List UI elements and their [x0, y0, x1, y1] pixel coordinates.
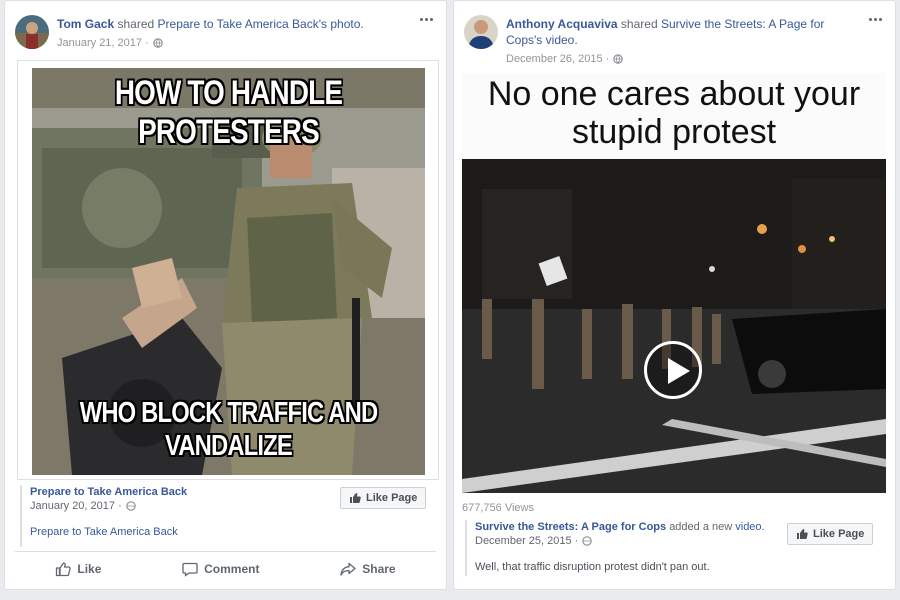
post-card-left: Tom Gack shared Prepare to Take America …: [4, 0, 447, 590]
globe-icon: [125, 501, 136, 511]
attribution-date[interactable]: December 25, 2015 ·: [475, 535, 578, 547]
video-player[interactable]: No one cares about your stupid protest: [462, 73, 886, 493]
video-frame: [462, 159, 886, 493]
author-name[interactable]: Anthony Acquaviva: [506, 17, 618, 31]
author-name[interactable]: Tom Gack: [57, 17, 114, 31]
video-caption-line-2: stupid protest: [571, 113, 777, 151]
like-label: Like: [77, 561, 102, 576]
post-card-right: Anthony Acquaviva shared Survive the Str…: [453, 0, 896, 590]
thumbs-up-icon: [56, 561, 72, 576]
post-timestamp[interactable]: December 26, 2015 ·: [506, 51, 609, 67]
post-timestamp[interactable]: January 21, 2017 ·: [57, 35, 149, 51]
post-header-text: Tom Gack shared Prepare to Take America …: [57, 16, 402, 51]
comment-icon: [182, 562, 198, 577]
comment-button[interactable]: Comment: [182, 561, 259, 577]
thumbs-up-icon: [797, 529, 808, 539]
globe-icon: [152, 38, 163, 48]
globe-icon: [613, 54, 624, 64]
shared-photo-frame[interactable]: HOW TO HANDLE PROTESTERS WHO BLOCK TRAFF…: [17, 60, 439, 480]
shared-label: shared: [117, 17, 155, 31]
share-button[interactable]: Share: [340, 561, 396, 577]
meme-top-caption: HOW TO HANDLE PROTESTERS: [114, 74, 343, 151]
like-page-button[interactable]: Like Page: [787, 523, 874, 545]
shared-label: shared: [620, 17, 658, 31]
post-header-text: Anthony Acquaviva shared Survive the Str…: [506, 16, 851, 67]
source-link-video[interactable]: video.: [546, 33, 578, 47]
attribution-date[interactable]: January 20, 2017 ·: [30, 500, 122, 512]
like-button[interactable]: Like: [55, 561, 101, 577]
share-icon: [340, 562, 356, 576]
play-icon[interactable]: [644, 341, 702, 399]
attribution-caption: Well, that traffic disruption protest di…: [475, 561, 710, 573]
video-caption-banner: No one cares about your stupid protest: [462, 73, 886, 159]
thumbs-up-icon: [350, 493, 361, 503]
source-link[interactable]: Prepare to Take America Back's photo.: [158, 17, 364, 31]
meme-bottom-caption: WHO BLOCK TRAFFIC AND VANDALIZE: [79, 397, 378, 462]
attribution-page-link[interactable]: Survive the Streets: A Page for Cops: [475, 521, 666, 533]
video-caption-line-1: No one cares about your: [487, 75, 861, 113]
more-options-icon[interactable]: [865, 13, 885, 25]
post-header: Anthony Acquaviva shared Survive the Str…: [464, 11, 885, 65]
attribution-caption[interactable]: Prepare to Take America Back: [30, 526, 440, 538]
comment-label: Comment: [204, 561, 260, 576]
share-label: Share: [362, 561, 396, 576]
like-page-label: Like Page: [366, 492, 418, 504]
avatar[interactable]: [464, 15, 498, 49]
attribution-action: added a new: [669, 521, 733, 533]
post-actions-bar: Like Comment Share: [15, 551, 436, 585]
like-page-label: Like Page: [813, 528, 865, 540]
post-header: Tom Gack shared Prepare to Take America …: [15, 11, 436, 51]
globe-icon: [582, 536, 593, 546]
view-count: 677,756 Views: [462, 502, 534, 514]
avatar[interactable]: [15, 15, 49, 49]
meme-image[interactable]: HOW TO HANDLE PROTESTERS WHO BLOCK TRAFF…: [32, 68, 425, 475]
like-page-button[interactable]: Like Page: [340, 487, 427, 509]
attribution-video-link[interactable]: video.: [735, 521, 764, 533]
more-options-icon[interactable]: [416, 13, 436, 25]
